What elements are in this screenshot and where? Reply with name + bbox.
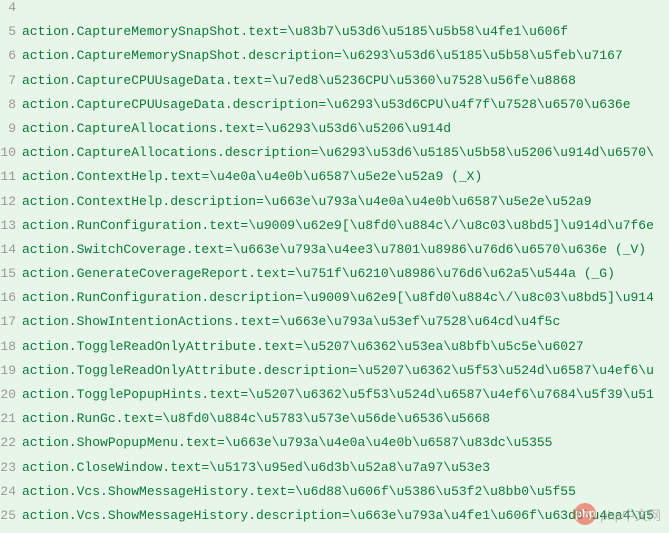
code-text[interactable]: action.ShowIntentionActions.text=\u663e\… bbox=[20, 314, 560, 329]
line-number: 21 bbox=[0, 411, 20, 426]
watermark: php php中文网 bbox=[574, 503, 661, 525]
line-number: 12 bbox=[0, 194, 20, 209]
line-number: 25 bbox=[0, 508, 20, 523]
code-line[interactable]: 22action.ShowPopupMenu.text=\u663e\u793a… bbox=[0, 435, 669, 459]
code-text[interactable]: action.ToggleReadOnlyAttribute.descripti… bbox=[20, 363, 654, 378]
line-number: 22 bbox=[0, 435, 20, 450]
line-number: 17 bbox=[0, 314, 20, 329]
code-line[interactable]: 4 bbox=[0, 0, 669, 24]
line-number: 8 bbox=[0, 97, 20, 112]
code-text[interactable]: action.ToggleReadOnlyAttribute.text=\u52… bbox=[20, 339, 584, 354]
line-number: 9 bbox=[0, 121, 20, 136]
code-text[interactable]: action.CaptureAllocations.description=\u… bbox=[20, 145, 654, 160]
line-number: 18 bbox=[0, 339, 20, 354]
line-number: 24 bbox=[0, 484, 20, 499]
code-line[interactable]: 10action.CaptureAllocations.description=… bbox=[0, 145, 669, 169]
line-number: 16 bbox=[0, 290, 20, 305]
code-line[interactable]: 19action.ToggleReadOnlyAttribute.descrip… bbox=[0, 363, 669, 387]
code-text[interactable]: action.ContextHelp.description=\u663e\u7… bbox=[20, 194, 592, 209]
line-number: 5 bbox=[0, 24, 20, 39]
code-line[interactable]: 6action.CaptureMemorySnapShot.descriptio… bbox=[0, 48, 669, 72]
code-line[interactable]: 11action.ContextHelp.text=\u4e0a\u4e0b\u… bbox=[0, 169, 669, 193]
code-text[interactable]: action.RunConfiguration.description=\u90… bbox=[20, 290, 654, 305]
line-number: 11 bbox=[0, 169, 20, 184]
watermark-logo: php bbox=[574, 503, 596, 525]
code-text[interactable]: action.Vcs.ShowMessageHistory.descriptio… bbox=[20, 508, 654, 523]
code-line[interactable]: 21action.RunGc.text=\u8fd0\u884c\u5783\u… bbox=[0, 411, 669, 435]
code-line[interactable]: 16action.RunConfiguration.description=\u… bbox=[0, 290, 669, 314]
line-number: 6 bbox=[0, 48, 20, 63]
code-text[interactable]: action.ShowPopupMenu.text=\u663e\u793a\u… bbox=[20, 435, 553, 450]
code-line[interactable]: 23action.CloseWindow.text=\u5173\u95ed\u… bbox=[0, 460, 669, 484]
code-text[interactable]: action.CaptureCPUUsageData.description=\… bbox=[20, 97, 631, 112]
code-line[interactable]: 7action.CaptureCPUUsageData.text=\u7ed8\… bbox=[0, 73, 669, 97]
code-text[interactable]: action.CaptureAllocations.text=\u6293\u5… bbox=[20, 121, 451, 136]
code-line[interactable]: 15action.GenerateCoverageReport.text=\u7… bbox=[0, 266, 669, 290]
line-number: 10 bbox=[0, 145, 20, 160]
code-line[interactable]: 20action.TogglePopupHints.text=\u5207\u6… bbox=[0, 387, 669, 411]
line-number: 7 bbox=[0, 73, 20, 88]
code-line[interactable]: 14action.SwitchCoverage.text=\u663e\u793… bbox=[0, 242, 669, 266]
code-line[interactable]: 18action.ToggleReadOnlyAttribute.text=\u… bbox=[0, 339, 669, 363]
code-line[interactable]: 24action.Vcs.ShowMessageHistory.text=\u6… bbox=[0, 484, 669, 508]
code-text[interactable]: action.Vcs.ShowMessageHistory.text=\u6d8… bbox=[20, 484, 576, 499]
line-number: 13 bbox=[0, 218, 20, 233]
code-text[interactable]: action.CaptureMemorySnapShot.text=\u83b7… bbox=[20, 24, 568, 39]
code-text[interactable]: action.CaptureCPUUsageData.text=\u7ed8\u… bbox=[20, 73, 576, 88]
line-number: 23 bbox=[0, 460, 20, 475]
code-text[interactable]: action.CaptureMemorySnapShot.description… bbox=[20, 48, 623, 63]
line-number: 15 bbox=[0, 266, 20, 281]
code-line[interactable]: 9action.CaptureAllocations.text=\u6293\u… bbox=[0, 121, 669, 145]
line-number: 4 bbox=[0, 0, 20, 15]
code-line[interactable]: 13action.RunConfiguration.text=\u9009\u6… bbox=[0, 218, 669, 242]
code-text[interactable]: action.SwitchCoverage.text=\u663e\u793a\… bbox=[20, 242, 646, 257]
line-number: 19 bbox=[0, 363, 20, 378]
code-text[interactable]: action.GenerateCoverageReport.text=\u751… bbox=[20, 266, 615, 281]
code-line[interactable]: 8action.CaptureCPUUsageData.description=… bbox=[0, 97, 669, 121]
code-line[interactable]: 12action.ContextHelp.description=\u663e\… bbox=[0, 194, 669, 218]
code-text[interactable]: action.RunGc.text=\u8fd0\u884c\u5783\u57… bbox=[20, 411, 490, 426]
code-line[interactable]: 5action.CaptureMemorySnapShot.text=\u83b… bbox=[0, 24, 669, 48]
watermark-text: php中文网 bbox=[600, 505, 661, 524]
code-text[interactable]: action.TogglePopupHints.text=\u5207\u636… bbox=[20, 387, 654, 402]
code-line[interactable]: 25action.Vcs.ShowMessageHistory.descript… bbox=[0, 508, 669, 532]
line-number: 14 bbox=[0, 242, 20, 257]
code-editor[interactable]: 4 5action.CaptureMemorySnapShot.text=\u83… bbox=[0, 0, 669, 533]
code-text[interactable]: action.ContextHelp.text=\u4e0a\u4e0b\u65… bbox=[20, 169, 482, 184]
line-number: 20 bbox=[0, 387, 20, 402]
code-text[interactable]: action.RunConfiguration.text=\u9009\u62e… bbox=[20, 218, 654, 233]
code-text[interactable]: action.CloseWindow.text=\u5173\u95ed\u6d… bbox=[20, 460, 490, 475]
code-line[interactable]: 17action.ShowIntentionActions.text=\u663… bbox=[0, 314, 669, 338]
